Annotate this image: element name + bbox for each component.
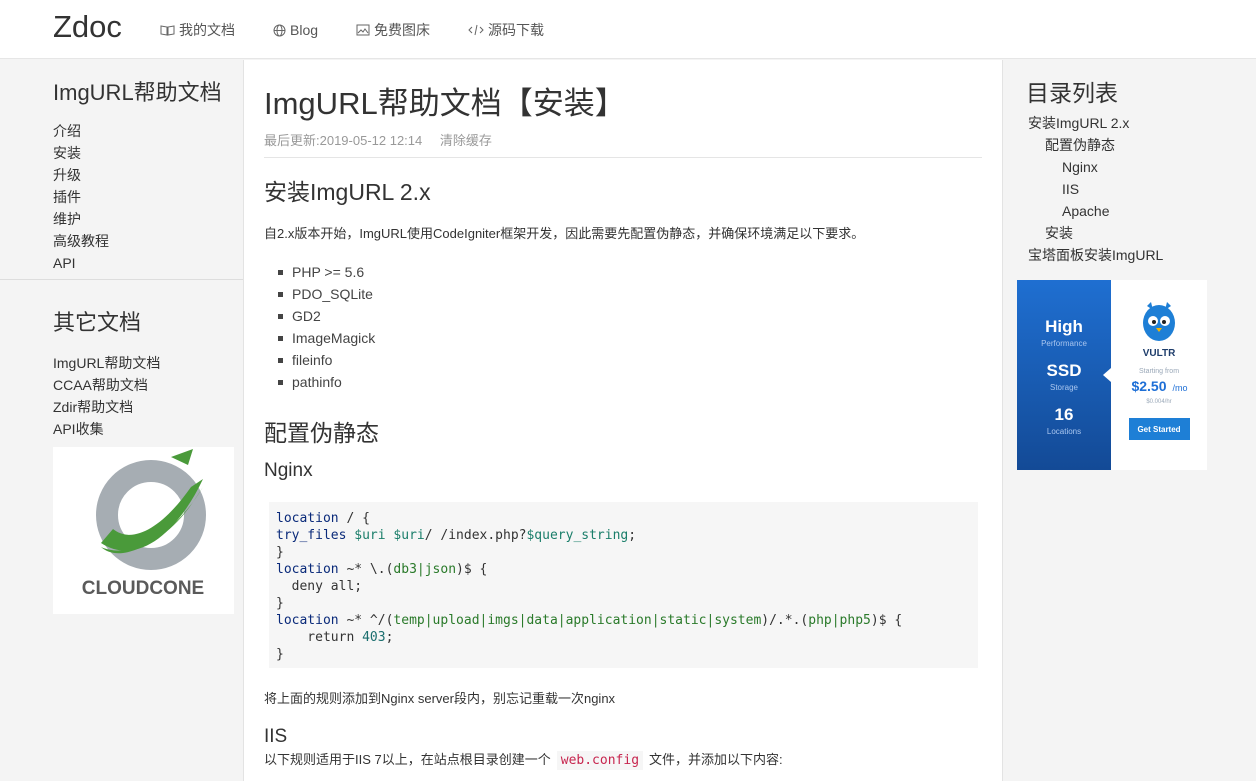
list-item: fileinfo [264,349,375,371]
ad-text-price: $2.50 [1131,378,1166,394]
ad-text-storage: Storage [1050,383,1079,392]
nav-label: 我的文档 [179,22,235,38]
toc-item-rewrite[interactable]: 配置伪静态 [1028,134,1163,156]
toc-item-iis[interactable]: IIS [1028,178,1163,200]
sidebar-item-upgrade[interactable]: 升级 [53,164,243,186]
main-content: ImgURL帮助文档【安装】 最后更新:2019-05-12 12:14 清除缓… [243,60,1003,781]
vultr-ad-graphic: High Performance SSD Storage 16 Location… [1017,280,1207,470]
toc-title: 目录列表 [1026,80,1118,106]
toc-item-install-imgurl[interactable]: 安装ImgURL 2.x [1028,112,1163,134]
sidebar-divider [0,279,243,280]
sidebar-item-maintenance[interactable]: 维护 [53,208,243,230]
get-started-label: Get Started [1137,425,1180,434]
ad-text-locations: Locations [1047,427,1081,436]
list-item: PHP >= 5.6 [264,261,375,283]
nav-item-source-download[interactable]: 源码下载 [468,20,544,40]
ad-text-ssd: SSD [1047,361,1082,380]
sidebar-other-list: ImgURL帮助文档 CCAA帮助文档 Zdir帮助文档 API收集 [53,352,243,440]
sidebar-item-zdir-docs[interactable]: Zdir帮助文档 [53,396,243,418]
sidebar-doc-section: ImgURL帮助文档 介绍 安装 升级 插件 维护 高级教程 API [0,75,243,274]
cloudcone-logo-icon: CLOUDCONE [82,449,206,599]
requirements-list: PHP >= 5.6 PDO_SQLite GD2 ImageMagick fi… [264,261,375,393]
nginx-note: 将上面的规则添加到Nginx server段内，别忘记重载一次nginx [264,691,616,706]
heading-install: 安装ImgURL 2.x [264,179,431,205]
sidebar-item-advanced[interactable]: 高级教程 [53,230,243,252]
iis-note: 以下规则适用于IIS 7以上，在站点根目录创建一个 web.config 文件，并添… [264,749,783,770]
right-sidebar: 目录列表 安装ImgURL 2.x 配置伪静态 Nginx IIS Apache… [1004,60,1256,781]
toc-list: 安装ImgURL 2.x 配置伪静态 Nginx IIS Apache 安装 宝… [1028,112,1163,266]
heading-iis: IIS [264,726,288,747]
intro-paragraph: 自2.x版本开始，ImgURL使用CodeIgniter框架开发，因此需要先配置… [264,226,865,241]
sidebar-item-api[interactable]: API [53,252,243,274]
sidebar-other-title: 其它文档 [53,310,142,335]
sidebar-doc-list: 介绍 安装 升级 插件 维护 高级教程 API [53,120,243,274]
clear-cache-link[interactable]: 清除缓存 [440,133,492,148]
nginx-code-block: location / { try_files $uri $uri/ /index… [269,502,978,668]
ad-text-starting: Starting from [1139,368,1179,375]
top-navbar: Zdoc 我的文档 Blog 免费图床 源码下载 [0,0,1256,59]
vultr-ad-banner[interactable]: High Performance SSD Storage 16 Location… [1017,280,1207,470]
last-updated: 最后更新:2019-05-12 12:14 [264,133,423,148]
nav-label: 免费图床 [374,22,431,38]
cloudcone-ad-banner[interactable]: CLOUDCONE [53,447,234,614]
list-item: ImageMagick [264,327,375,349]
sidebar-item-api-collection[interactable]: API收集 [53,418,243,440]
heading-nginx: Nginx [264,460,313,481]
image-icon [356,24,370,36]
nav-item-free-image-host[interactable]: 免费图床 [356,20,430,40]
sidebar-item-imgurl-docs[interactable]: ImgURL帮助文档 [53,352,243,374]
cloudcone-label: CLOUDCONE [82,578,204,599]
ad-text-hourly: $0.004/hr [1146,399,1171,405]
title-divider [264,157,982,158]
ad-vultr-brand: VULTR [1143,348,1176,359]
iis-note-after: 文件，并添加以下内容: [649,752,783,767]
sidebar-item-plugins[interactable]: 插件 [53,186,243,208]
toc-item-nginx[interactable]: Nginx [1028,156,1163,178]
book-icon [160,25,175,36]
list-item: GD2 [264,305,375,327]
list-item: PDO_SQLite [264,283,375,305]
ad-text-per: /mo [1172,383,1187,393]
ad-text-performance: Performance [1041,339,1087,348]
sidebar-title: ImgURL帮助文档 [53,80,222,105]
nav-item-my-docs[interactable]: 我的文档 [160,20,235,40]
sidebar-item-ccaa-docs[interactable]: CCAA帮助文档 [53,374,243,396]
main-nav: 我的文档 Blog 免费图床 源码下载 [160,20,582,40]
toc-item-apache[interactable]: Apache [1028,200,1163,222]
left-sidebar: ImgURL帮助文档 介绍 安装 升级 插件 维护 高级教程 API 其它文档 … [0,60,243,781]
page-title: ImgURL帮助文档【安装】 [264,86,626,121]
toc-item-install[interactable]: 安装 [1028,222,1163,244]
heading-rewrite: 配置伪静态 [264,420,379,446]
page-meta: 最后更新:2019-05-12 12:14 清除缓存 [264,130,506,149]
site-brand[interactable]: Zdoc [53,9,122,45]
sidebar-item-install[interactable]: 安装 [53,142,243,164]
globe-icon [273,24,286,36]
iis-note-before: 以下规则适用于IIS 7以上，在站点根目录创建一个 [264,752,551,767]
ad-text-high: High [1045,317,1083,336]
sidebar-other-section: 其它文档 ImgURL帮助文档 CCAA帮助文档 Zdir帮助文档 API收集 [0,305,243,440]
ad-text-locations-count: 16 [1055,405,1074,424]
list-item: pathinfo [264,371,375,393]
nav-label: 源码下载 [488,22,545,38]
toc-item-baota[interactable]: 宝塔面板安装ImgURL [1028,244,1163,266]
sidebar-item-intro[interactable]: 介绍 [53,120,243,142]
code-icon [468,24,484,36]
inline-code-webconfig: web.config [556,751,644,770]
nav-label: Blog [290,22,319,38]
nav-item-blog[interactable]: Blog [273,20,318,40]
